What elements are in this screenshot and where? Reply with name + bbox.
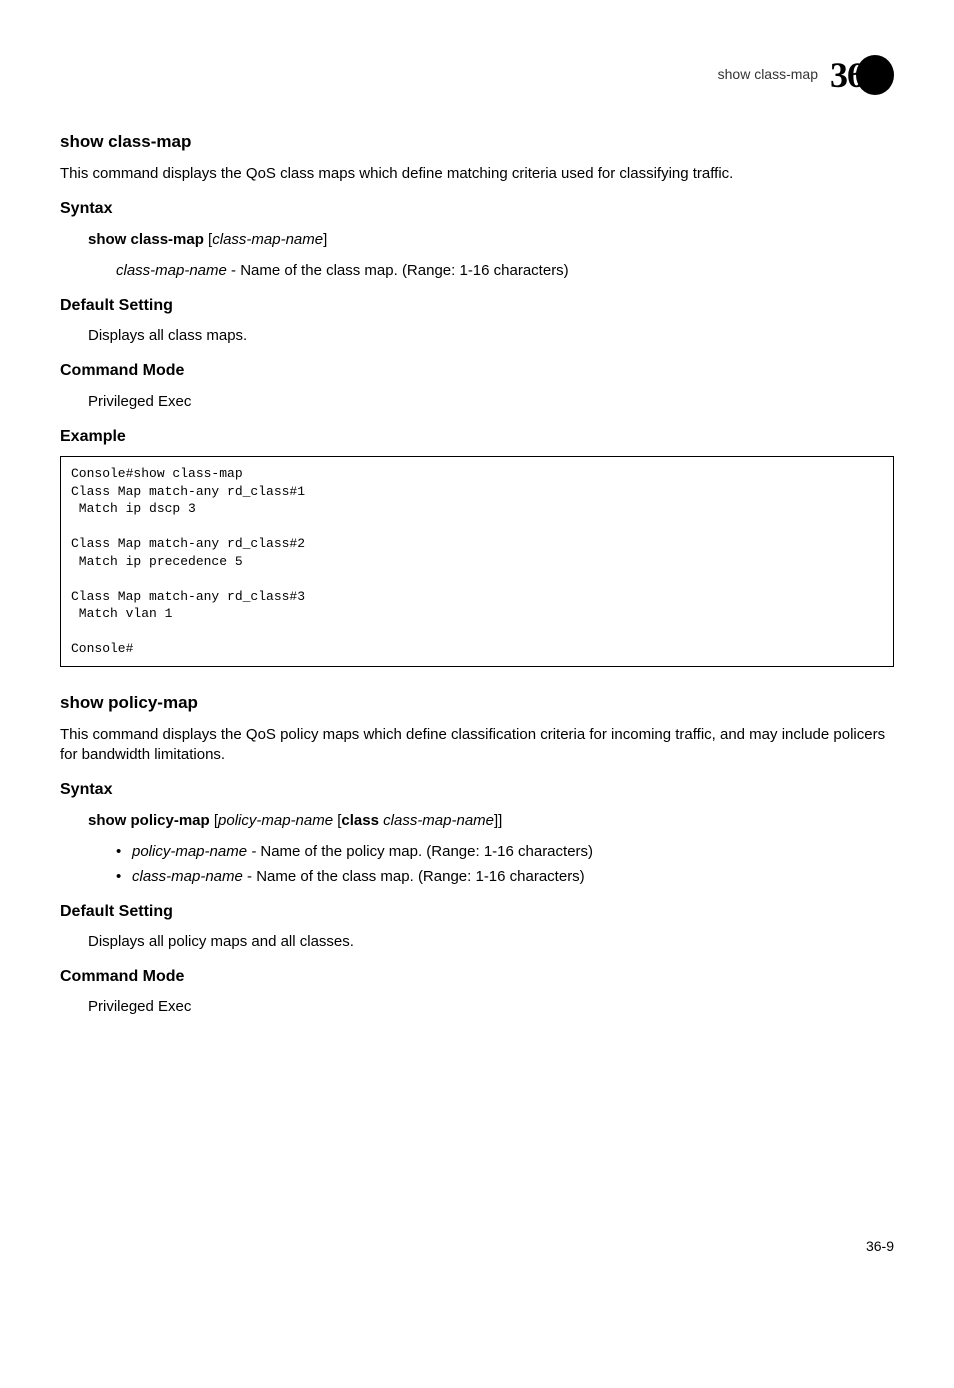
section1-description: This command displays the QoS class maps… [60,164,894,184]
section1-example-title: Example [60,426,894,448]
list-item: policy-map-name - Name of the policy map… [116,841,894,862]
section1-code-block: Console#show class-map Class Map match-a… [60,456,894,667]
section2-default-title: Default Setting [60,901,894,923]
section2-title: show policy-map [60,691,894,715]
bullet2-italic: class-map-name [132,868,243,885]
syntax-italic2: class-map-name [383,812,494,829]
section1-default-text: Displays all class maps. [88,325,894,346]
bullet1-rest: Name of the policy map. (Range: 1-16 cha… [260,843,593,860]
list-item: class-map-name - Name of the class map. … [116,866,894,887]
section1-default-title: Default Setting [60,295,894,317]
section2-mode-title: Command Mode [60,966,894,988]
section2-description: This command displays the QoS policy map… [60,725,894,766]
page-number: 36-9 [60,1237,894,1257]
page-header: show class-map 36 [60,50,894,100]
syntax-bold1: show policy-map [88,812,210,829]
chapter-number: 36 [830,50,864,100]
section1-syntax-title: Syntax [60,198,894,220]
syntax-italic: class-map-name [212,231,323,248]
section2-bullets: policy-map-name - Name of the policy map… [116,841,894,887]
section1-syntax-command: show class-map [class-map-name] [88,229,894,250]
section2-default-text: Displays all policy maps and all classes… [88,931,894,952]
syntax-italic1: policy-map-name [218,812,333,829]
bullet1-italic: policy-map-name - [132,843,260,860]
section2-syntax-command: show policy-map [policy-map-name [class … [88,810,894,831]
section2-syntax-title: Syntax [60,779,894,801]
section1-title: show class-map [60,130,894,154]
syntax-bold2: class [341,812,379,829]
section1-mode-text: Privileged Exec [88,391,894,412]
section2-mode-text: Privileged Exec [88,996,894,1017]
syntax-bold: show class-map [88,231,204,248]
section1-param: class-map-name - Name of the class map. … [116,260,894,281]
section1-mode-title: Command Mode [60,360,894,382]
chapter-badge: 36 [830,50,894,100]
param-rest: - Name of the class map. (Range: 1-16 ch… [227,262,569,279]
param-italic: class-map-name [116,262,227,279]
header-title: show class-map [718,65,818,85]
bullet2-rest: - Name of the class map. (Range: 1-16 ch… [243,868,585,885]
